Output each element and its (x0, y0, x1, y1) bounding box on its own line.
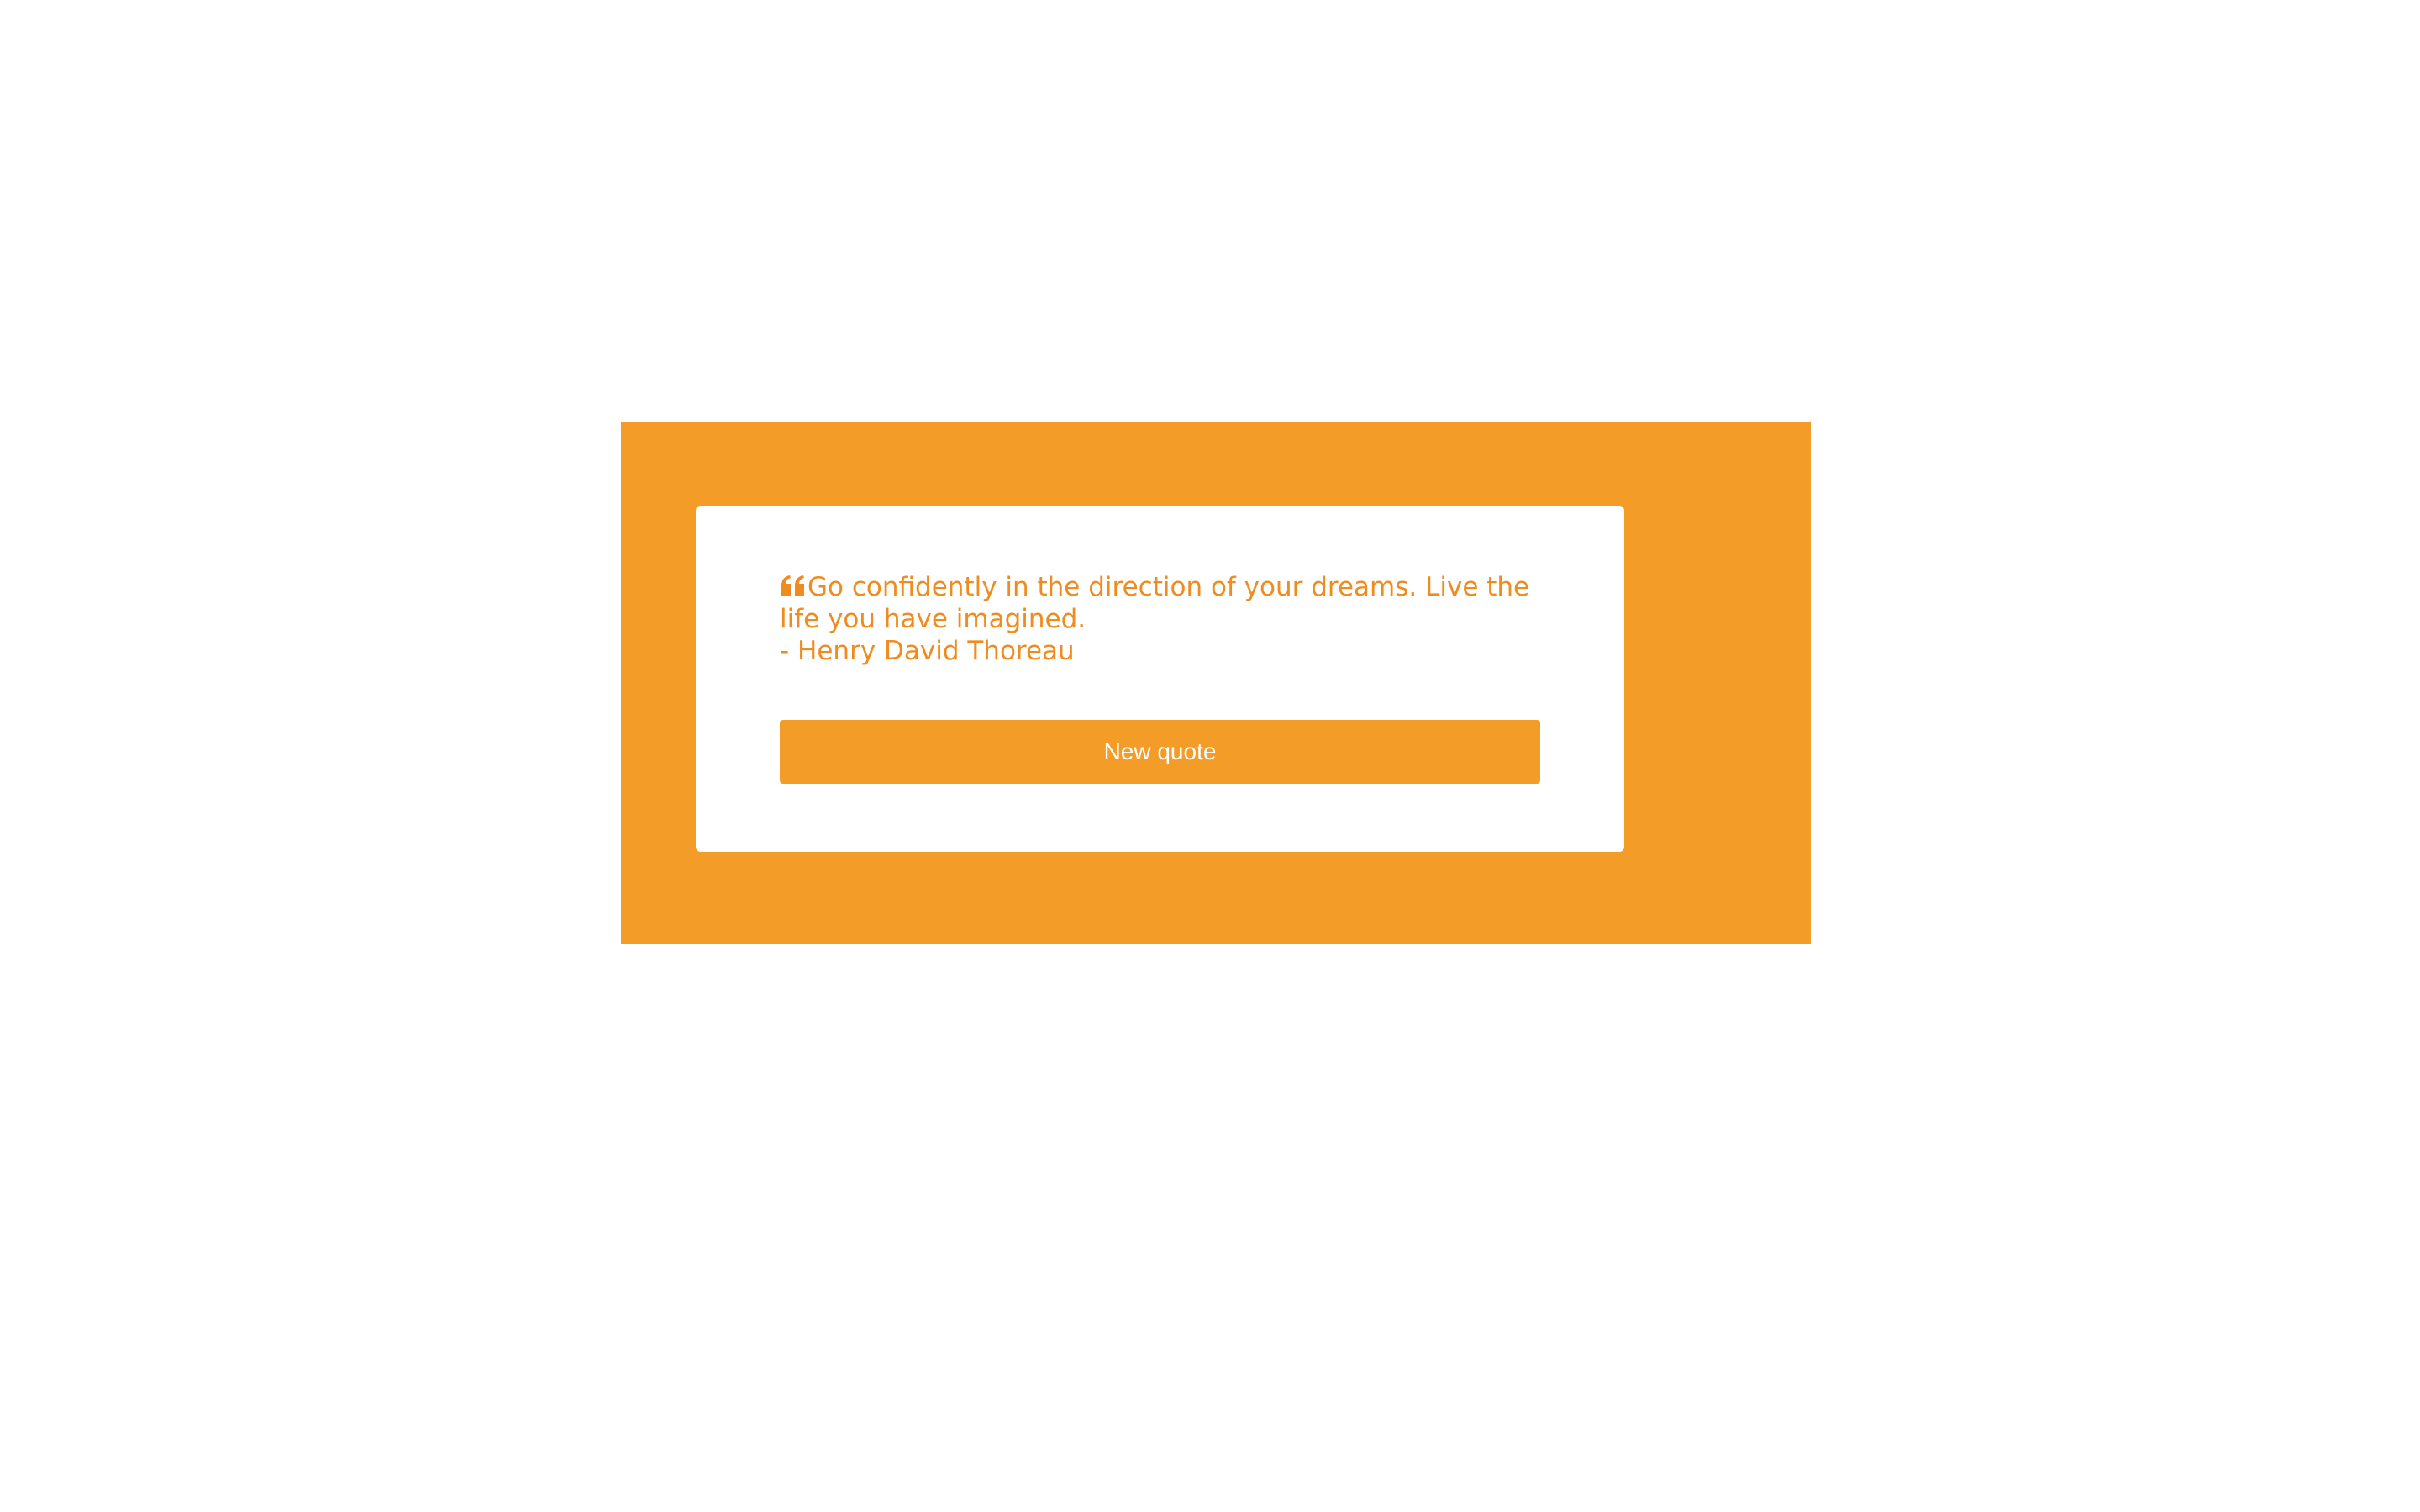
quote-left-icon (780, 575, 806, 597)
page: Go confidently in the direction of your … (0, 0, 2420, 1512)
quote-card: Go confidently in the direction of your … (696, 506, 1624, 852)
quote-text: Go confidently in the direction of your … (780, 572, 1530, 634)
quote-box-background: Go confidently in the direction of your … (621, 422, 1811, 944)
quote-block: Go confidently in the direction of your … (780, 571, 1536, 667)
quote-author: - Henry David Thoreau (780, 636, 1075, 666)
new-quote-button[interactable]: New quote (780, 720, 1540, 784)
